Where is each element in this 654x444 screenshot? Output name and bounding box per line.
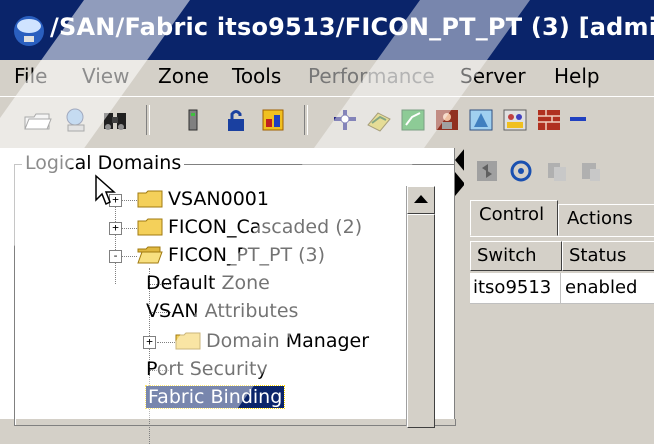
tree-item-label: VSAN0001: [168, 188, 269, 210]
tree-item-vsan-attributes[interactable]: VSAN Attributes: [28, 298, 398, 326]
scroll-up-button[interactable]: [407, 186, 435, 214]
tree-item-label: Domain Manager: [206, 330, 370, 352]
app-icon: [14, 16, 44, 46]
tree-item-fabric-binding[interactable]: Fabric Binding: [28, 384, 398, 412]
logical-domains-tree: + VSAN0001 + FICON_Cascaded (2) - FICON_…: [28, 186, 406, 444]
device-icon[interactable]: [466, 105, 496, 135]
menu-help[interactable]: Help: [554, 64, 600, 88]
tree-item-port-security[interactable]: Port Security: [28, 356, 398, 384]
column-header-label: Switch: [477, 245, 537, 266]
scroll-thumb[interactable]: [407, 214, 435, 428]
tab-actions[interactable]: Actions: [558, 204, 654, 236]
menu-server[interactable]: Server: [460, 64, 526, 88]
toolbar: [0, 96, 654, 147]
table-row[interactable]: itso9513 enabled: [470, 273, 654, 304]
menu-file[interactable]: File: [14, 64, 47, 88]
open-folder-icon: [137, 246, 163, 264]
window-title: /SAN/Fabric itso9513/FICON_PT_PT (3) [ad…: [50, 13, 654, 41]
user-icon[interactable]: [432, 105, 462, 135]
tab-label: Control: [479, 204, 545, 225]
folder-icon: [137, 190, 163, 208]
switch-icon[interactable]: [180, 105, 210, 135]
toolbar-separator: [146, 105, 150, 135]
column-header-status[interactable]: Status: [562, 241, 654, 271]
tree-item-label: VSAN Attributes: [146, 300, 299, 322]
open-folder-icon[interactable]: [22, 105, 52, 135]
tree-item-vsan0001[interactable]: + VSAN0001: [28, 186, 398, 214]
binoculars-icon[interactable]: [100, 105, 130, 135]
title-bar: /SAN/Fabric itso9513/FICON_PT_PT (3) [ad…: [0, 0, 654, 60]
lock-icon[interactable]: [222, 105, 252, 135]
tab-control[interactable]: Control: [470, 200, 558, 236]
details-pane: Control Actions Switch Status itso9513 e…: [464, 148, 654, 420]
tree-item-label: FICON_PT_PT (3): [168, 244, 326, 266]
details-tabs: Control Actions: [470, 200, 654, 236]
apply-icon[interactable]: [508, 158, 534, 184]
fabric-icon[interactable]: [330, 105, 360, 135]
logical-domains-legend: Logical Domains: [22, 152, 185, 174]
tree-scrollbar[interactable]: [406, 186, 435, 428]
more-tools-icon[interactable]: [568, 105, 588, 135]
mouse-cursor-icon: [95, 174, 116, 206]
zone-icon[interactable]: [258, 105, 288, 135]
refresh-icon[interactable]: [474, 158, 500, 184]
menu-performance[interactable]: Performance: [308, 64, 435, 88]
column-header-label: Status: [569, 245, 627, 266]
cell-value: enabled: [565, 277, 638, 298]
tree-item-label: Port Security: [146, 358, 268, 380]
tree-item-ficon-pt-pt[interactable]: - FICON_PT_PT (3): [28, 242, 398, 270]
tree-item-ficon-cascaded[interactable]: + FICON_Cascaded (2): [28, 214, 398, 242]
menu-bar: File View Zone Tools Performance Server …: [0, 60, 654, 94]
collapse-icon[interactable]: -: [109, 250, 122, 263]
module-icon[interactable]: [364, 105, 394, 135]
folder-icon: [137, 218, 163, 236]
control-table: Switch Status itso9513 enabled: [470, 236, 654, 420]
column-header-switch[interactable]: Switch: [470, 241, 562, 271]
copy-icon[interactable]: [544, 158, 570, 184]
peer-icon[interactable]: [500, 105, 530, 135]
tree-item-label: Fabric Binding: [144, 385, 286, 409]
arrow-up-icon: [414, 195, 428, 203]
network-icon[interactable]: [62, 105, 92, 135]
tree-item-label: Default Zone: [146, 272, 270, 294]
tree-item-label: FICON_Cascaded (2): [168, 216, 363, 238]
expand-icon[interactable]: +: [143, 336, 156, 349]
cell-value: itso9513: [473, 277, 552, 298]
menu-tools[interactable]: Tools: [232, 64, 281, 88]
toolbar-separator: [304, 105, 308, 135]
cell-switch: itso9513: [470, 273, 561, 303]
paste-icon[interactable]: [578, 158, 604, 184]
cell-status[interactable]: enabled: [562, 273, 654, 303]
tree-item-default-zone[interactable]: Default Zone: [28, 270, 398, 298]
path-icon[interactable]: [398, 105, 428, 135]
menu-view[interactable]: View: [82, 64, 129, 88]
tab-label: Actions: [567, 208, 633, 229]
logical-domains-pane: Logical Domains + VSAN0001 + FICON_Casca…: [0, 148, 456, 444]
firewall-icon[interactable]: [534, 105, 564, 135]
expand-icon[interactable]: +: [109, 222, 122, 235]
menu-zone[interactable]: Zone: [158, 64, 209, 88]
folder-icon: [175, 332, 201, 350]
tree-item-domain-manager[interactable]: + Domain Manager: [28, 328, 398, 356]
